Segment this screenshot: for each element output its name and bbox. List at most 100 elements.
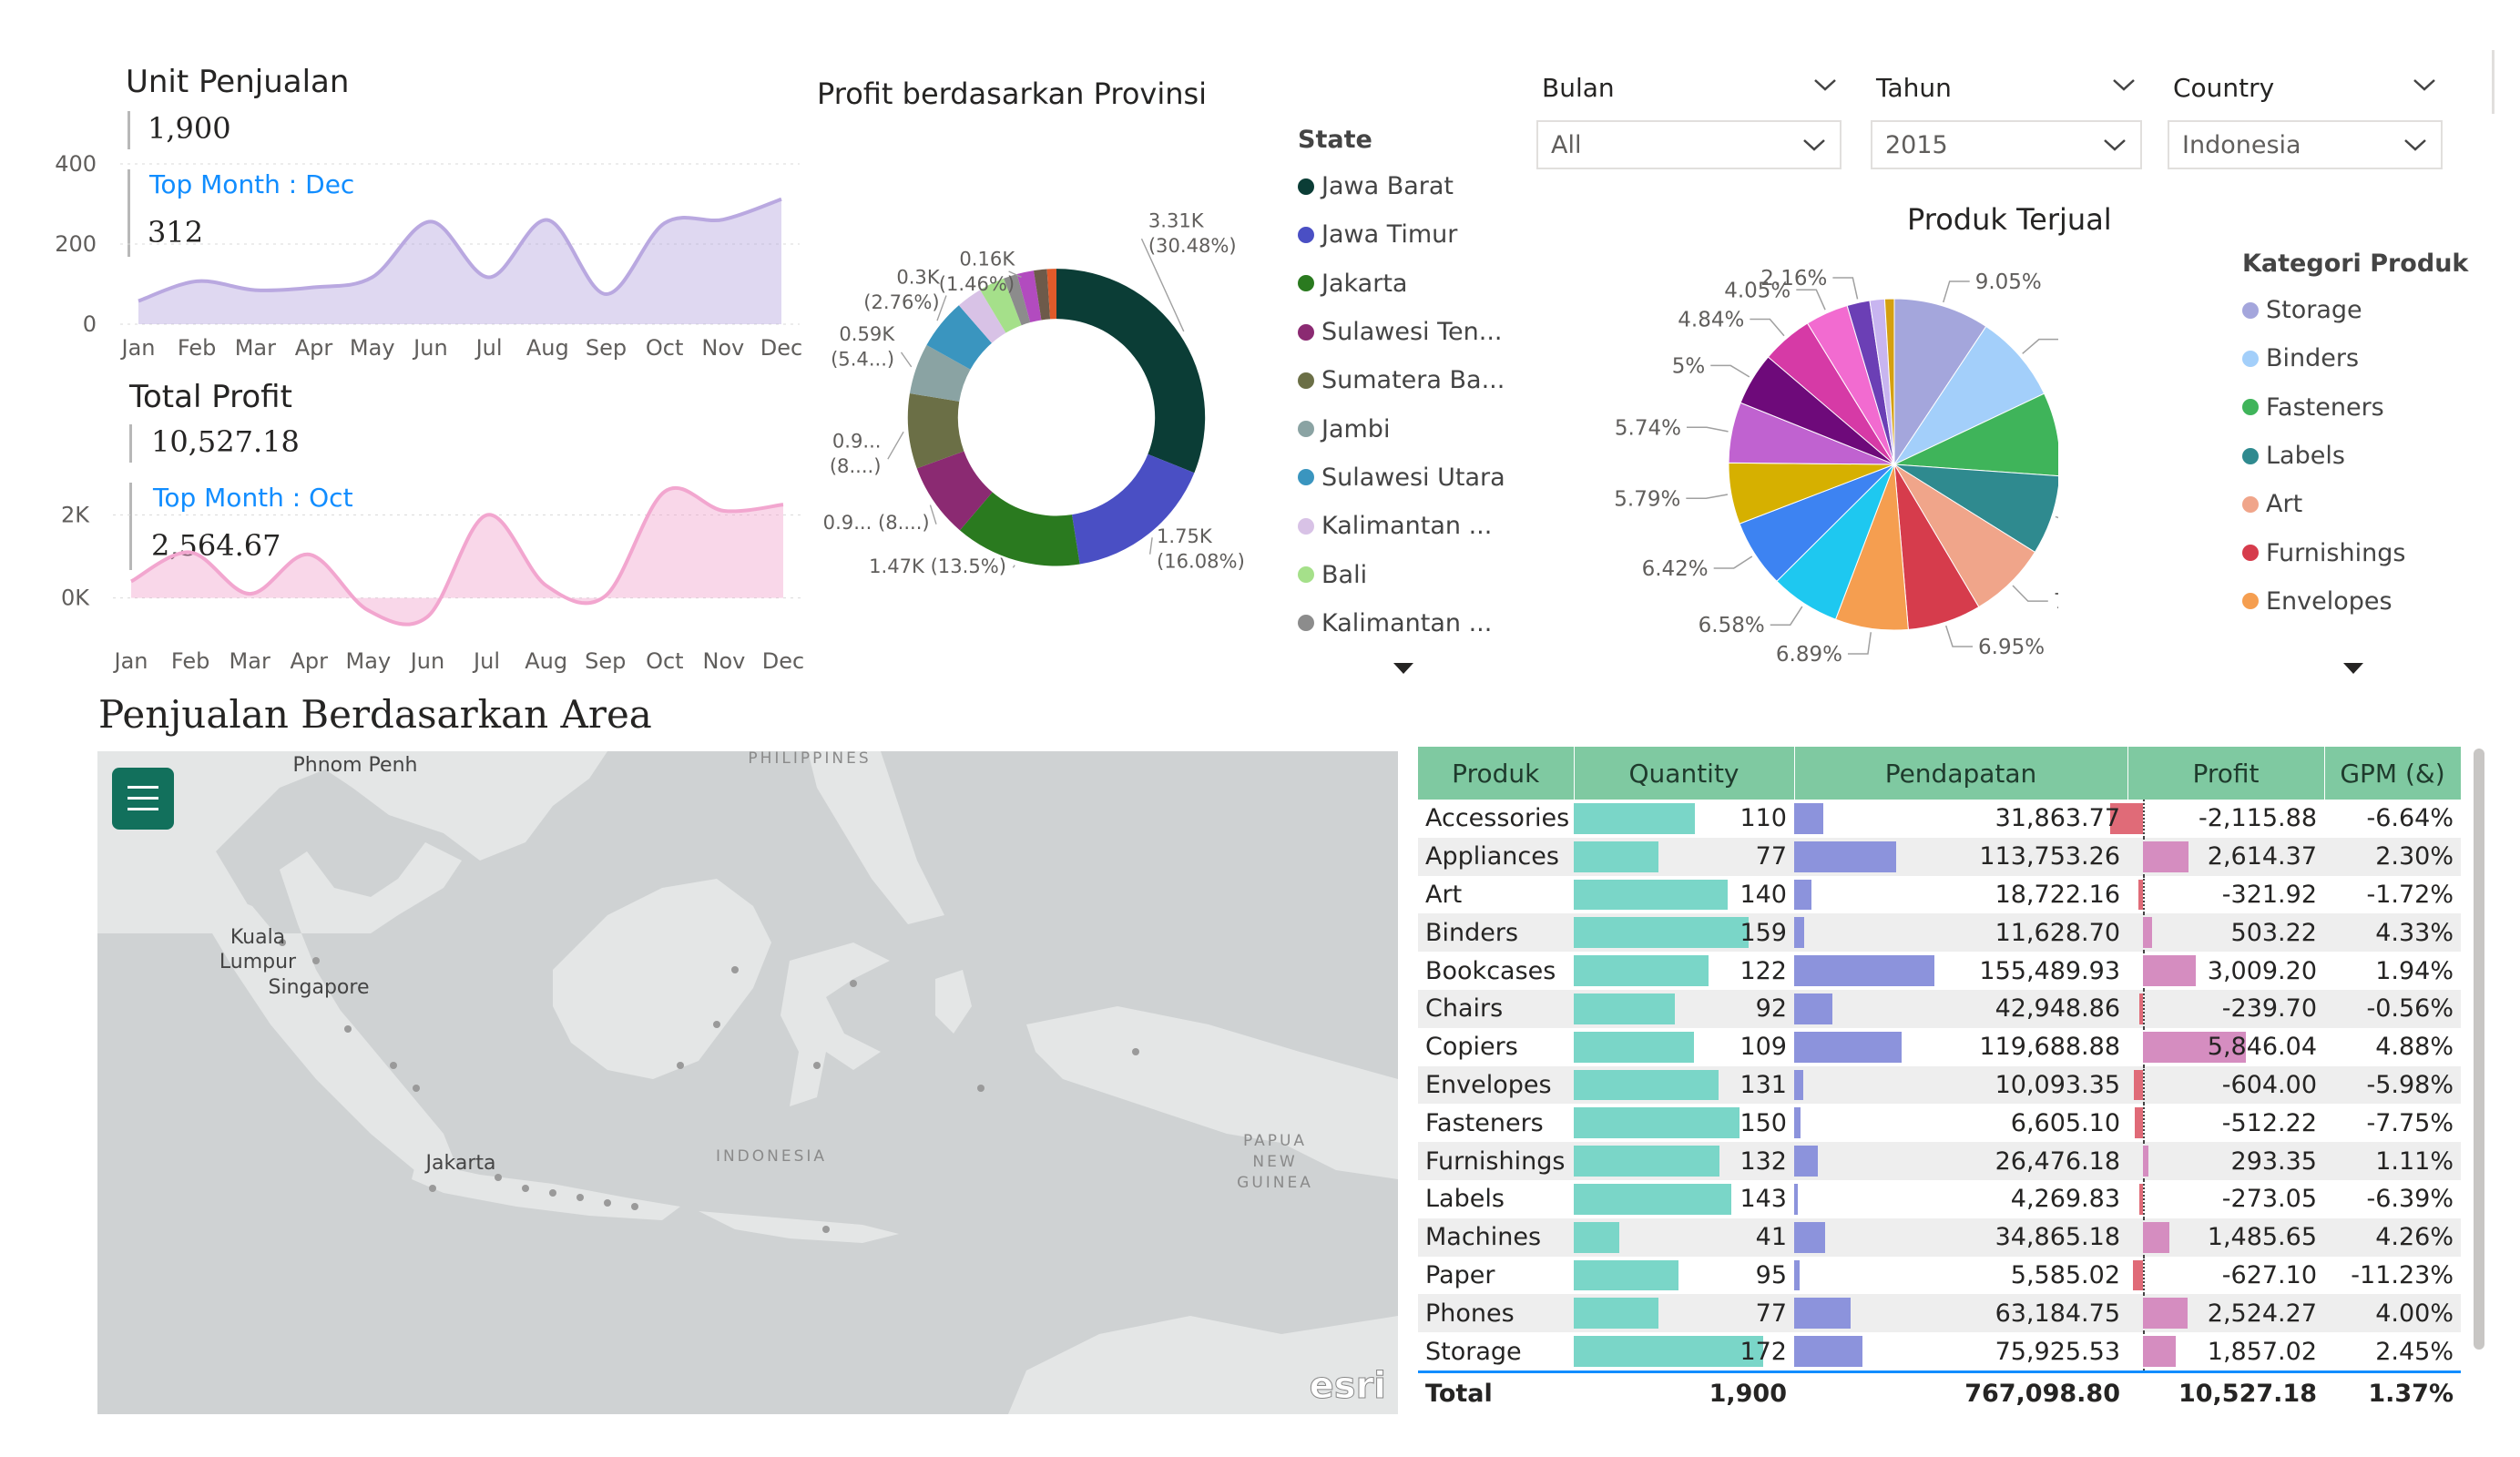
cell-pendapatan: 42,948.86	[1794, 989, 2127, 1028]
table-row[interactable]: Phones 77 63,184.75 2,524.27 4.00%	[1418, 1294, 2461, 1333]
map-label-jakarta: Jakarta	[424, 1152, 496, 1175]
cell-text: -512.22	[2221, 1108, 2317, 1137]
unit-chart-x-tick: Dec	[760, 335, 802, 361]
legend-scroll-down-icon[interactable]	[2343, 663, 2363, 674]
data-bar	[1794, 1298, 1852, 1330]
area-map[interactable]: Phnom Penh PHILIPPINES Kuala Lumpur Sing…	[97, 751, 1398, 1414]
kategori-legend-item[interactable]: Storage	[2242, 286, 2488, 334]
state-legend-item[interactable]: Sulawesi Ten...	[1298, 308, 1507, 356]
state-legend-item[interactable]: Sulawesi Utara	[1298, 453, 1507, 502]
legend-dot-icon	[1298, 566, 1314, 584]
hamburger-menu-icon	[128, 786, 158, 810]
country-dropdown[interactable]: Indonesia	[2168, 120, 2443, 169]
cell-gpm: 1.11%	[2324, 1142, 2461, 1180]
cell-text: 4,269.83	[2010, 1185, 2120, 1214]
unit-chart-x-tick: Oct	[646, 335, 684, 361]
state-legend-item[interactable]: Jakarta	[1298, 260, 1507, 308]
data-bar	[2143, 1221, 2169, 1253]
donut-slice[interactable]	[1071, 453, 1195, 565]
col-header-produk[interactable]: Produk	[1418, 747, 1575, 800]
kategori-legend-item[interactable]: Fasteners	[2242, 383, 2488, 432]
col-header-profit[interactable]: Profit	[2127, 747, 2325, 800]
kategori-legend-item[interactable]: Envelopes	[2242, 577, 2488, 626]
bulan-dropdown[interactable]: All	[1536, 120, 1842, 169]
legend-dot-icon	[2242, 447, 2259, 464]
page-scrollbar[interactable]	[2492, 50, 2494, 114]
data-bar	[2133, 1069, 2144, 1101]
total-gpm: 1.37%	[2324, 1370, 2461, 1415]
donut-leader-line	[1012, 565, 1015, 568]
cell-text: Fasteners	[1425, 1108, 1544, 1137]
table-row[interactable]: Furnishings 132 26,476.18 293.35 1.11%	[1418, 1142, 2461, 1180]
data-bar	[1574, 955, 1709, 986]
kategori-legend-item[interactable]: Labels	[2242, 432, 2488, 480]
kategori-legend-item[interactable]: Binders	[2242, 334, 2488, 382]
cell-text: Accessories	[1425, 804, 1570, 833]
donut-leader-line	[1148, 537, 1153, 555]
profit-chart-x-tick: Jun	[409, 648, 445, 674]
table-row[interactable]: Copiers 109 119,688.88 5,846.04 4.88%	[1418, 1027, 2461, 1066]
table-row[interactable]: Machines 41 34,865.18 1,485.65 4.26%	[1418, 1218, 2461, 1257]
state-legend-item[interactable]: Sumatera Ba...	[1298, 356, 1507, 404]
cell-text: Furnishings	[1425, 1146, 1566, 1176]
kategori-legend[interactable]: Storage Binders Fasteners Labels Art Furnishi…	[2242, 286, 2488, 626]
chevron-down-icon[interactable]	[1812, 76, 1838, 93]
cell-gpm: 4.33%	[2324, 913, 2461, 953]
state-legend-item[interactable]: Kalimantan ...	[1298, 599, 1507, 647]
state-legend-item[interactable]: Jawa Timur	[1298, 210, 1507, 259]
pie-leader-line	[1686, 494, 1729, 500]
profit-axis-line	[2143, 800, 2146, 838]
kategori-legend-item[interactable]: Art	[2242, 480, 2488, 528]
kategori-legend-item[interactable]: Furnishings	[2242, 528, 2488, 576]
cell-text: Envelopes	[1425, 1070, 1552, 1099]
legend-scroll-down-icon[interactable]	[1393, 663, 1413, 674]
state-legend[interactable]: Jawa Barat Jawa Timur Jakarta Sulawesi Ten.…	[1298, 162, 1507, 647]
donut-data-label: 0.16K	[959, 248, 1015, 270]
pie-leader-line	[1943, 280, 1970, 303]
cell-produk: Storage	[1418, 1332, 1574, 1372]
kategori-legend-title: Kategori Produk	[2242, 250, 2469, 278]
table-row[interactable]: Bookcases 122 155,489.93 3,009.20 1.94%	[1418, 952, 2461, 990]
cell-text: 122	[1740, 956, 1787, 985]
cell-profit: -604.00	[2127, 1065, 2324, 1105]
state-legend-item[interactable]: Jawa Barat	[1298, 162, 1507, 210]
col-header-quantity[interactable]: Quantity	[1574, 747, 1795, 800]
table-row[interactable]: Chairs 92 42,948.86 -239.70 -0.56%	[1418, 989, 2461, 1028]
state-legend-item[interactable]: Jambi	[1298, 404, 1507, 453]
table-row[interactable]: Appliances 77 113,753.26 2,614.37 2.30%	[1418, 837, 2461, 876]
pie-data-label: 5.79%	[1614, 487, 1680, 511]
cell-gpm: 4.00%	[2324, 1294, 2461, 1333]
data-bar	[1794, 955, 1934, 986]
state-legend-item[interactable]: Bali	[1298, 550, 1507, 598]
table-row[interactable]: Accessories 110 31,863.77 -2,115.88 -6.64%	[1418, 800, 2461, 838]
data-bar	[2133, 1259, 2144, 1291]
table-row[interactable]: Fasteners 150 6,605.10 -512.22 -7.75%	[1418, 1104, 2461, 1143]
donut-leader-line	[900, 352, 913, 368]
map-label-indonesia: INDONESIA	[716, 1147, 827, 1166]
table-row[interactable]: Paper 95 5,585.02 -627.10 -11.23%	[1418, 1256, 2461, 1295]
tahun-dropdown[interactable]: 2015	[1871, 120, 2142, 169]
table-row[interactable]: Envelopes 131 10,093.35 -604.00 -5.98%	[1418, 1065, 2461, 1105]
state-legend-item[interactable]: Kalimantan ...	[1298, 502, 1507, 550]
table-row[interactable]: Storage 172 75,925.53 1,857.02 2.45%	[1418, 1332, 2461, 1372]
table-row[interactable]: Art 140 18,722.16 -321.92 -1.72%	[1418, 875, 2461, 914]
cell-produk: Copiers	[1418, 1027, 1574, 1066]
cell-profit: 503.22	[2127, 913, 2324, 953]
col-header-pendapatan[interactable]: Pendapatan	[1794, 747, 2128, 800]
cell-produk: Envelopes	[1418, 1065, 1574, 1105]
table-scrollbar[interactable]	[2474, 749, 2484, 1350]
data-bar	[1574, 917, 1750, 949]
col-header-gpm[interactable]: GPM (&)	[2324, 747, 2462, 800]
table-row[interactable]: Binders 159 11,628.70 503.22 4.33%	[1418, 913, 2461, 953]
cell-text: 172	[1740, 1337, 1787, 1366]
data-bar	[1574, 1107, 1740, 1139]
cell-text: 503.22	[2230, 918, 2317, 947]
cell-quantity: 95	[1574, 1256, 1794, 1295]
chevron-down-icon[interactable]	[2111, 76, 2137, 93]
donut-slice[interactable]	[1056, 269, 1206, 474]
cell-text: 4.26%	[2375, 1223, 2454, 1252]
map-menu-button[interactable]	[112, 768, 174, 830]
table-row[interactable]: Labels 143 4,269.83 -273.05 -6.39%	[1418, 1179, 2461, 1218]
chevron-down-icon[interactable]	[2412, 76, 2437, 93]
unit-penjualan-title: Unit Penjualan	[126, 64, 350, 100]
